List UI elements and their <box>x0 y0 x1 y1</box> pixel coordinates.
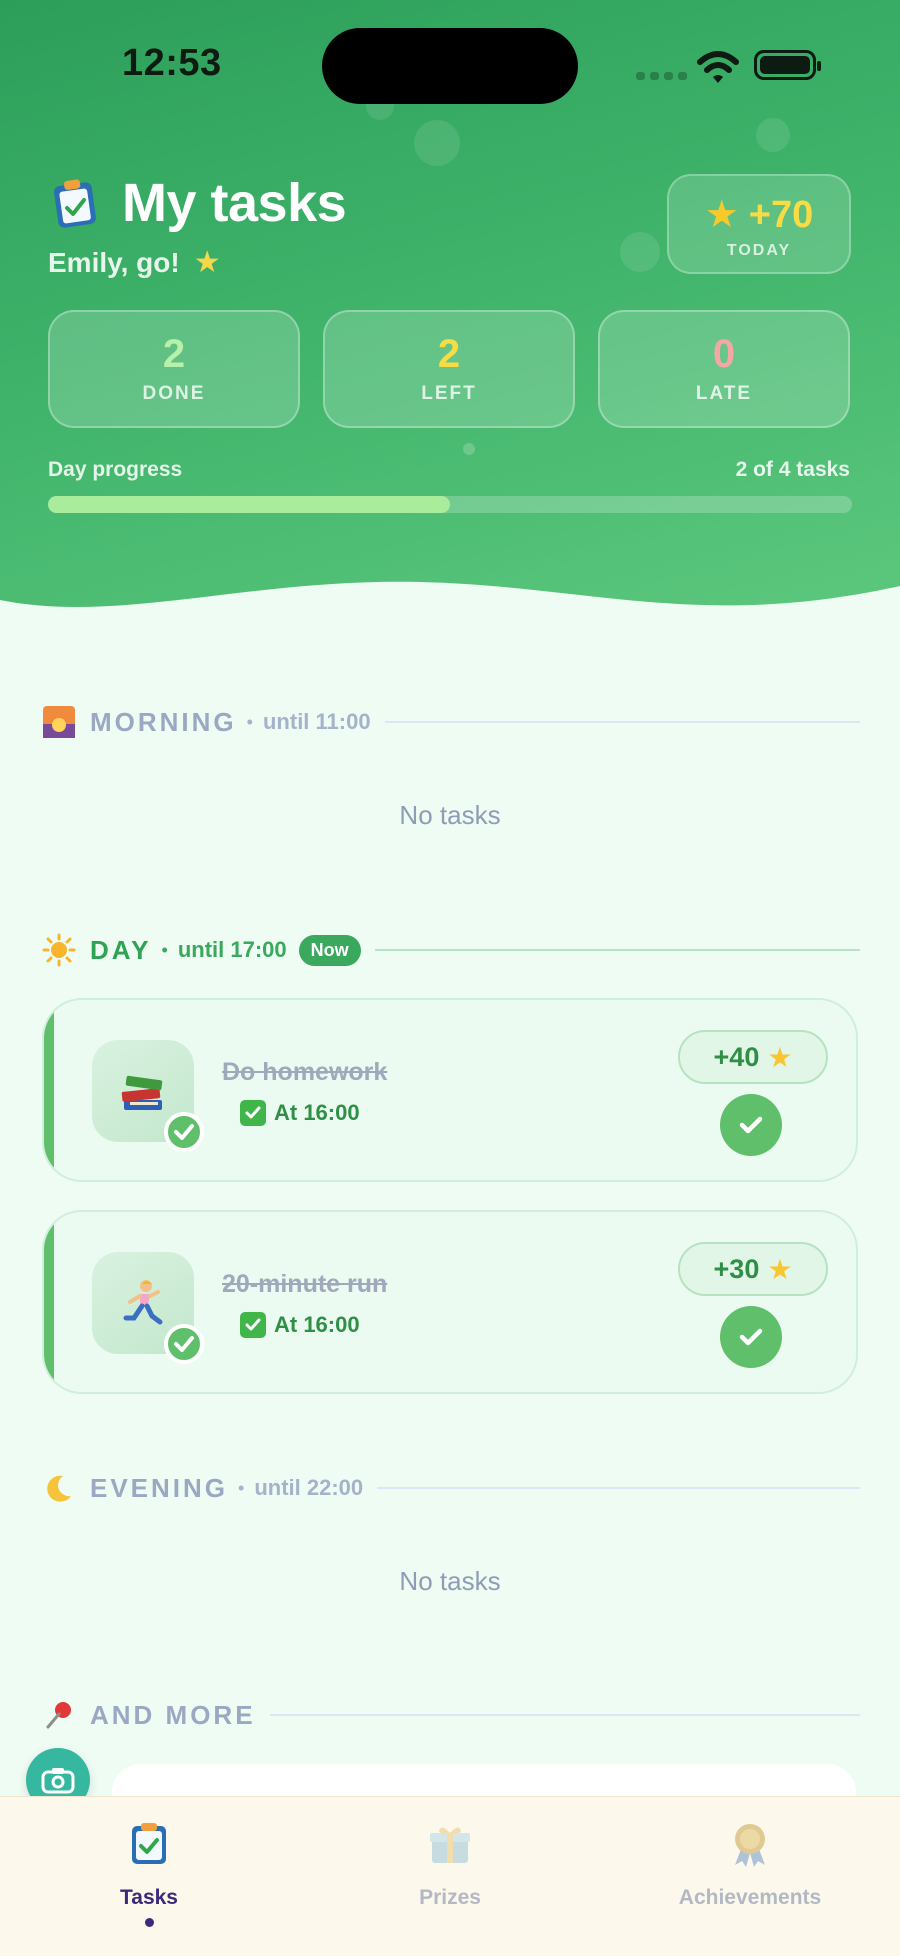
stat-left[interactable]: 2 LEFT <box>323 310 575 428</box>
task-time: At 16:00 <box>240 1312 360 1338</box>
check-icon <box>739 1116 763 1134</box>
section-day-header: DAY • until 17:00 Now <box>42 930 860 970</box>
task-accent-bar <box>44 1212 54 1392</box>
tab-prizes[interactable]: Prizes <box>350 1821 550 1910</box>
sunrise-icon <box>42 705 76 739</box>
battery-icon <box>754 50 821 80</box>
task-title: 20-minute run <box>222 1270 388 1298</box>
tab-prizes-label: Prizes <box>419 1886 481 1909</box>
section-morning-header: MORNING • until 11:00 <box>42 702 860 742</box>
wifi-icon <box>697 51 739 83</box>
today-score: ★ +70 <box>669 192 849 237</box>
greeting: Emily, go! ★ <box>48 245 221 280</box>
task-reward: +30 ★ <box>678 1242 828 1296</box>
check-icon <box>739 1328 763 1346</box>
decor-bubble <box>463 443 475 455</box>
stat-late-value: 0 <box>712 332 736 376</box>
task-reward: +40 ★ <box>678 1030 828 1084</box>
stat-late-label: LATE <box>695 383 753 404</box>
dynamic-island <box>322 28 578 104</box>
tab-tasks[interactable]: Tasks <box>49 1821 249 1927</box>
clipboard-icon <box>132 1823 166 1864</box>
task-accent-bar <box>44 1000 54 1180</box>
medal-icon <box>735 1824 765 1867</box>
task-time-text: At 16:00 <box>274 1312 360 1337</box>
section-morning-title: MORNING <box>90 706 237 737</box>
page-title: My tasks <box>122 173 347 233</box>
section-day-title: DAY <box>90 934 152 965</box>
greeting-text: Emily, go! <box>48 247 180 278</box>
stat-left-value: 2 <box>437 332 461 376</box>
today-score-card[interactable]: ★ +70 TODAY <box>667 174 851 274</box>
star-icon: ★ <box>193 246 221 279</box>
day-progress-bar <box>48 496 852 513</box>
day-progress-fill <box>48 496 450 513</box>
progress-label: Day progress <box>48 458 183 481</box>
status-bar: 12:53 <box>0 0 900 130</box>
section-divider <box>374 949 860 951</box>
task-time: At 16:00 <box>240 1100 360 1126</box>
task-title: Do homework <box>222 1058 388 1086</box>
tab-achievements[interactable]: Achievements <box>650 1821 850 1910</box>
section-morning-until: until 11:00 <box>262 709 371 734</box>
section-evening-title: EVENING <box>90 1472 229 1503</box>
morning-empty-state: No tasks <box>399 800 501 830</box>
section-more-header: AND MORE <box>42 1695 860 1735</box>
stat-done[interactable]: 2 DONE <box>48 310 300 428</box>
active-tab-indicator <box>144 1918 154 1927</box>
star-icon: ★ <box>767 1253 793 1285</box>
separator-dot: • <box>238 1477 245 1498</box>
tab-bar: Tasks Prizes Achievements <box>0 1796 900 1956</box>
stat-late[interactable]: 0 LATE <box>598 310 850 428</box>
task-card[interactable]: Do homework At 16:00 +40 ★ <box>42 998 858 1182</box>
clock: 12:53 <box>122 42 222 84</box>
section-day-until: until 17:00 <box>177 937 287 962</box>
evening-empty-state: No tasks <box>399 1566 501 1596</box>
task-card[interactable]: 20-minute run At 16:00 +30 ★ <box>42 1210 858 1394</box>
decor-bubble <box>620 232 660 272</box>
tab-achievements-label: Achievements <box>678 1886 822 1909</box>
completed-check-icon <box>164 1324 204 1364</box>
stat-done-value: 2 <box>162 332 186 376</box>
section-evening-header: EVENING • until 22:00 <box>42 1468 860 1508</box>
sun-icon <box>42 933 76 967</box>
task-complete-button[interactable] <box>720 1306 782 1368</box>
moon-icon <box>42 1471 76 1505</box>
stat-done-label: DONE <box>142 383 206 404</box>
clipboard-icon <box>54 179 96 228</box>
section-divider <box>269 1714 860 1716</box>
section-more-title: AND MORE <box>90 1699 256 1730</box>
star-icon: ★ <box>704 194 739 236</box>
task-reward-value: +40 <box>713 1041 760 1072</box>
header-wave <box>0 581 900 640</box>
camera-icon <box>41 1768 75 1794</box>
separator-dot: • <box>246 711 253 732</box>
tab-tasks-label: Tasks <box>120 1886 178 1909</box>
cellular-signal-icon <box>636 72 687 80</box>
now-badge: Now <box>298 934 361 966</box>
task-reward-value: +30 <box>713 1253 760 1284</box>
section-evening-until: until 22:00 <box>254 1475 364 1500</box>
progress-count: 2 of 4 tasks <box>735 458 850 481</box>
check-box-icon <box>240 1100 266 1126</box>
task-time-text: At 16:00 <box>274 1100 360 1125</box>
separator-dot: • <box>161 939 168 960</box>
section-divider <box>377 1487 860 1489</box>
completed-check-icon <box>164 1112 204 1152</box>
star-icon: ★ <box>767 1041 793 1073</box>
stat-left-label: LEFT <box>421 383 477 404</box>
pushpin-icon <box>42 1698 76 1732</box>
today-score-label: TODAY <box>726 242 792 259</box>
today-score-value: +70 <box>748 194 814 236</box>
section-divider <box>384 721 860 723</box>
check-box-icon <box>240 1312 266 1338</box>
gift-icon <box>430 1827 470 1863</box>
task-complete-button[interactable] <box>720 1094 782 1156</box>
